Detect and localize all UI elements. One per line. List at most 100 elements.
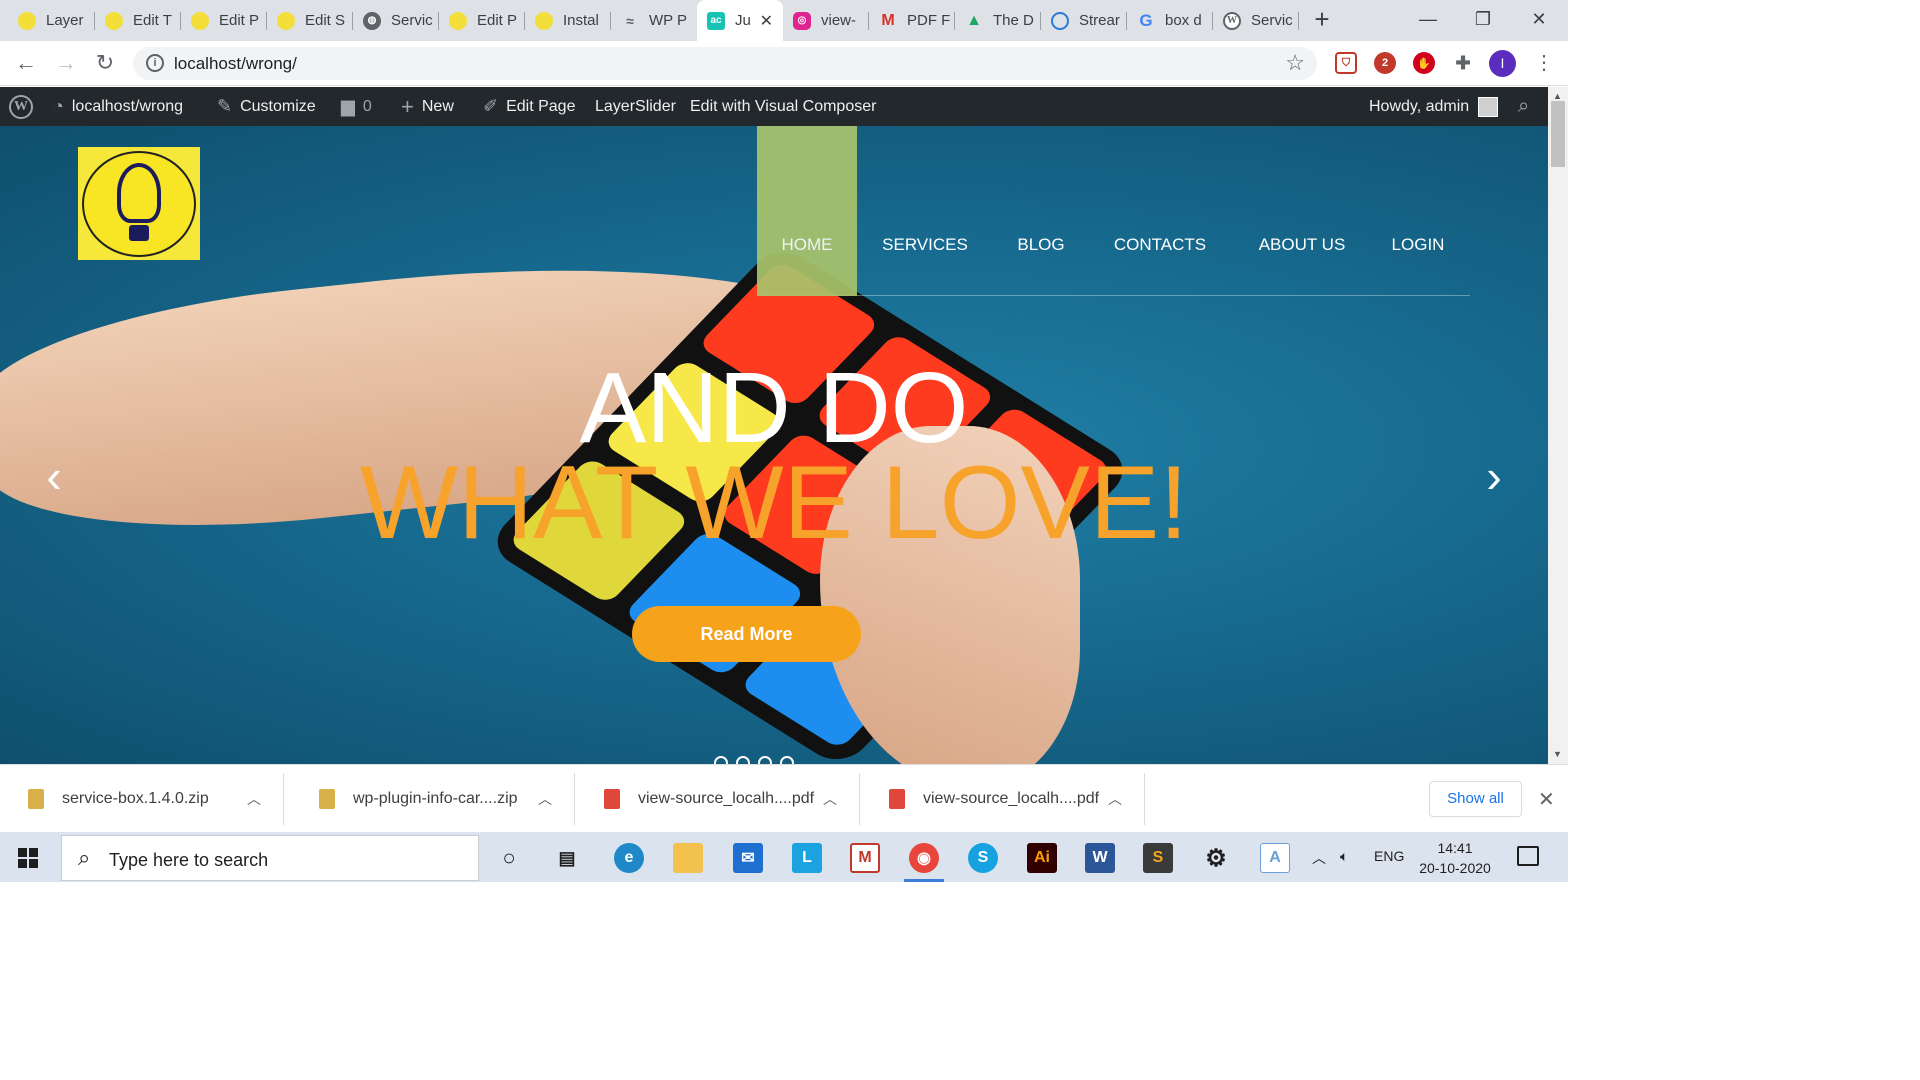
nav-contacts[interactable]: CONTACTS [1089, 126, 1231, 296]
windows-taskbar: ⌕ Type here to search ○ ▤ e ✉ L M ◉ S Ai… [0, 832, 1568, 882]
browser-tab-active[interactable]: ac Ju ✕ [697, 0, 783, 41]
close-tab-icon[interactable]: ✕ [760, 11, 773, 31]
sublime-text-icon[interactable]: S [1143, 843, 1173, 873]
nav-about-us[interactable]: ABOUT US [1231, 126, 1373, 296]
restore-button[interactable]: ❐ [1463, 4, 1503, 34]
ublock-extension-icon[interactable]: ✋ [1413, 52, 1435, 74]
tab-label: Strear [1079, 12, 1120, 29]
admin-bar-edit-page[interactable]: ✐ Edit Page [483, 87, 575, 126]
l-app-icon[interactable]: L [792, 843, 822, 873]
browser-tab[interactable]: Edit P [181, 6, 267, 35]
word-icon[interactable]: W [1085, 843, 1115, 873]
settings-gear-icon[interactable]: ⚙ [1201, 843, 1231, 873]
admin-bar-comments[interactable]: ▆ 0 [341, 87, 372, 126]
avatar [1478, 96, 1499, 117]
windows-start-icon[interactable] [18, 848, 38, 868]
language-indicator[interactable]: ENG [1374, 848, 1404, 864]
slider-dot[interactable] [780, 756, 794, 764]
chevron-up-icon[interactable]: ︿ [823, 789, 837, 809]
slider-dot[interactable] [736, 756, 750, 764]
reload-button[interactable]: ↻ [91, 49, 119, 77]
browser-tab[interactable]: M PDF F [869, 6, 955, 35]
address-bar[interactable]: i localhost/wrong/ ☆ [133, 47, 1317, 80]
browser-tab[interactable]: G box d [1127, 6, 1213, 35]
browser-tab[interactable]: ≈ WP P [611, 6, 697, 35]
mcafee-icon[interactable]: M [850, 843, 880, 873]
chevron-up-icon[interactable]: ︿ [247, 789, 261, 809]
illustrator-icon[interactable]: Ai [1027, 843, 1057, 873]
close-window-button[interactable]: ✕ [1519, 4, 1559, 34]
download-item[interactable]: view-source_localh....pdf ︿ [576, 773, 860, 825]
nav-blog[interactable]: BLOG [993, 126, 1089, 296]
adblock-extension-icon[interactable]: 2 [1374, 52, 1396, 74]
close-downloads-icon[interactable]: ✕ [1538, 787, 1555, 812]
taskbar-search-box[interactable]: ⌕ Type here to search [61, 835, 479, 881]
site-logo[interactable] [78, 147, 200, 260]
nav-services[interactable]: SERVICES [857, 126, 993, 296]
nav-login[interactable]: LOGIN [1373, 126, 1463, 296]
browser-tab[interactable]: Instal [525, 6, 611, 35]
browser-tab[interactable]: Edit S [267, 6, 353, 35]
admin-bar-layerslider[interactable]: LayerSlider [595, 87, 676, 126]
chrome-menu-icon[interactable]: ⋮ [1534, 50, 1554, 75]
extensions-puzzle-icon[interactable]: ✚ [1452, 52, 1474, 74]
read-more-button[interactable]: Read More [632, 606, 861, 662]
wordpress-logo-icon[interactable]: W [9, 95, 33, 119]
site-info-icon[interactable]: i [146, 54, 164, 72]
download-filename: view-source_localh....pdf [923, 790, 1100, 807]
admin-bar-visual-composer[interactable]: Edit with Visual Composer [690, 87, 876, 126]
notepad-icon[interactable]: A [1260, 843, 1290, 873]
download-item[interactable]: wp-plugin-info-car....zip ︿ [291, 773, 575, 825]
browser-tab[interactable]: Layer [8, 6, 95, 35]
browser-tab[interactable]: ▲ The D [955, 6, 1041, 35]
admin-bar-customize[interactable]: ✎ Customize [217, 87, 316, 126]
back-button[interactable]: ← [12, 49, 40, 77]
chevron-up-icon[interactable]: ︿ [538, 789, 552, 809]
minimize-button[interactable]: — [1408, 4, 1448, 34]
page-scrollbar[interactable]: ▲ ▼ [1548, 87, 1568, 764]
admin-bar-new[interactable]: + New [401, 87, 454, 126]
layerslider-label: LayerSlider [595, 97, 676, 115]
notifications-icon[interactable] [1517, 846, 1539, 866]
chrome-icon[interactable]: ◉ [909, 843, 939, 873]
forward-button[interactable]: → [52, 49, 80, 77]
chevron-up-icon[interactable]: ︿ [1108, 789, 1122, 809]
task-view-icon[interactable]: ▤ [552, 843, 582, 873]
slider-dot[interactable] [714, 756, 728, 764]
pocket-extension-icon[interactable]: ⛉ [1335, 52, 1357, 74]
browser-tab[interactable]: W Servic [1213, 6, 1299, 35]
stream-icon [1051, 11, 1069, 30]
browser-tab[interactable]: Edit P [439, 6, 525, 35]
show-all-downloads-button[interactable]: Show all [1429, 781, 1522, 817]
profile-avatar[interactable]: I [1489, 50, 1516, 77]
comment-bubble-icon: ▆ [341, 96, 355, 116]
new-tab-button[interactable]: + [1309, 6, 1335, 34]
slider-dot[interactable] [758, 756, 772, 764]
edge-icon[interactable]: e [614, 843, 644, 873]
volume-icon[interactable]: 🔈︎ [1340, 848, 1348, 865]
admin-bar-site-link[interactable]: ◔ localhost/wrong [53, 87, 183, 126]
browser-tab[interactable]: Strear [1041, 6, 1127, 35]
cortana-icon[interactable]: ○ [494, 843, 524, 873]
scroll-thumb[interactable] [1551, 101, 1565, 167]
tab-label: Instal [563, 12, 599, 29]
browser-tab[interactable]: Edit T [95, 6, 181, 35]
nav-home[interactable]: HOME [757, 126, 857, 296]
admin-search-icon[interactable]: ⌕ [1518, 87, 1529, 126]
scroll-down-arrow[interactable]: ▼ [1553, 749, 1562, 759]
taskbar-clock[interactable]: 14:41 20-10-2020 [1412, 838, 1498, 878]
scroll-up-arrow[interactable]: ▲ [1553, 91, 1562, 101]
tab-label: Ju [735, 12, 751, 29]
browser-tab[interactable]: ◎ view- [783, 6, 869, 35]
download-item[interactable]: view-source_localh....pdf ︿ [861, 773, 1145, 825]
file-explorer-icon[interactable] [673, 843, 703, 873]
mail-icon[interactable]: ✉ [733, 843, 763, 873]
browser-tab[interactable]: ◍ Servic [353, 6, 439, 35]
bookmark-star-icon[interactable]: ☆ [1285, 50, 1305, 76]
download-item[interactable]: service-box.1.4.0.zip ︿ [0, 773, 284, 825]
zip-file-icon [28, 789, 44, 809]
dashboard-icon: ◔ [53, 96, 64, 116]
skype-icon[interactable]: S [968, 843, 998, 873]
tray-overflow-chevron-icon[interactable]: ︿ [1312, 848, 1326, 868]
admin-bar-account[interactable]: Howdy, admin [1369, 87, 1499, 126]
